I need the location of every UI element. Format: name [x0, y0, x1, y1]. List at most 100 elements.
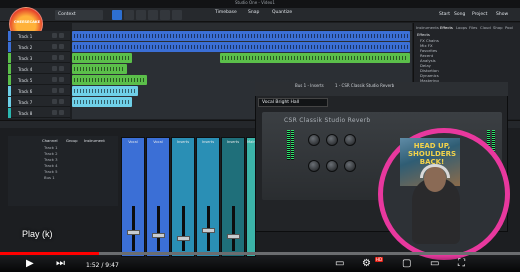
insert-bus-label: Bus 1 - Inserts	[295, 83, 324, 88]
track-name: Track 4	[18, 67, 33, 72]
strip-label: Main	[247, 140, 256, 144]
console-header-group: Group	[66, 138, 78, 143]
fader-cap[interactable]	[202, 228, 215, 233]
decay-knob[interactable]	[344, 134, 356, 146]
eraser-tool-button[interactable]	[148, 10, 158, 20]
mute-button[interactable]	[52, 110, 57, 115]
play-icon[interactable]: ▶	[26, 259, 34, 269]
window-titlebar: Studio One - Video1	[0, 0, 520, 8]
browser-tab-instruments[interactable]: Instruments	[416, 25, 439, 30]
track-header[interactable]: Track 3	[8, 53, 70, 63]
captions-icon[interactable]: ▭	[335, 259, 344, 269]
browser-tab-loops[interactable]: Loops	[456, 25, 467, 30]
settings-icon[interactable]: ⚙	[362, 259, 371, 269]
width-knob[interactable]	[344, 160, 356, 172]
mixer-channel-strip[interactable]: Inserts	[196, 137, 220, 257]
time-display: 1:52 / 9:47	[86, 262, 119, 269]
track-list: Track 1 Track 2 Track 3 Track 4 Track 5 …	[8, 31, 70, 119]
fullscreen-icon[interactable]: ⛶	[458, 259, 465, 269]
audio-clip[interactable]	[72, 97, 132, 107]
pre-delay-knob[interactable]	[326, 134, 338, 146]
mute-button[interactable]	[52, 66, 57, 71]
console-row[interactable]: Track 4	[44, 163, 58, 168]
fader-cap[interactable]	[152, 233, 165, 238]
mixer-channel-strip[interactable]: Inserts	[171, 137, 195, 257]
fader-cap[interactable]	[177, 236, 190, 241]
mixer-channel-strip[interactable]: Vocal	[146, 137, 170, 257]
arrow-tool-button[interactable]	[112, 10, 122, 20]
browser-tab-effects[interactable]: Effects	[440, 25, 453, 30]
audio-clip[interactable]	[220, 53, 410, 63]
audio-clip[interactable]	[72, 86, 138, 96]
mixer-channel-strip[interactable]: Vocal	[121, 137, 145, 257]
track-header[interactable]: Track 1	[8, 31, 70, 41]
split-tool-button[interactable]	[136, 10, 146, 20]
track-color-chip	[8, 108, 11, 118]
track-header[interactable]: Track 8	[8, 108, 70, 118]
solo-button[interactable]	[59, 88, 64, 93]
audio-clip[interactable]	[72, 53, 132, 63]
strip-label: Inserts	[201, 140, 215, 144]
menu-song[interactable]: Song	[454, 12, 465, 17]
input-meter	[287, 130, 290, 160]
mute-button[interactable]	[52, 44, 57, 49]
solo-button[interactable]	[59, 99, 64, 104]
browser-tab-shop[interactable]: Shop	[493, 25, 503, 30]
browser-item[interactable]: Effects	[417, 32, 430, 37]
solo-button[interactable]	[59, 33, 64, 38]
solo-button[interactable]	[59, 44, 64, 49]
mute-button[interactable]	[52, 99, 57, 104]
mute-tool-button[interactable]	[172, 10, 182, 20]
audio-clip[interactable]	[72, 75, 147, 85]
console-row[interactable]: Bus 1	[44, 175, 55, 180]
console-header-instrument: Instrument	[84, 138, 105, 143]
mix-knob[interactable]	[308, 134, 320, 146]
menu-start[interactable]: Start	[439, 12, 450, 17]
solo-button[interactable]	[59, 110, 64, 115]
preset-selector[interactable]: Vocal Bright Hall	[258, 98, 328, 107]
solo-button[interactable]	[59, 55, 64, 60]
paint-tool-button[interactable]	[160, 10, 170, 20]
hd-badge: HD	[375, 257, 384, 262]
console-row[interactable]: Track 1	[44, 145, 58, 150]
miniplayer-icon[interactable]: ▢	[402, 259, 411, 269]
snap-label: Snap	[248, 10, 260, 15]
mute-button[interactable]	[52, 77, 57, 82]
audio-clip[interactable]	[72, 42, 410, 52]
theater-mode-icon[interactable]: ▭	[430, 259, 439, 269]
solo-button[interactable]	[59, 77, 64, 82]
fader-cap[interactable]	[227, 234, 240, 239]
fader-cap[interactable]	[127, 230, 140, 235]
track-header[interactable]: Track 4	[8, 64, 70, 74]
range-tool-button[interactable]	[124, 10, 134, 20]
mixer-channel-strip[interactable]: Inserts	[221, 137, 245, 257]
size-knob[interactable]	[308, 160, 320, 172]
damping-knob[interactable]	[326, 160, 338, 172]
browser-tab-cloud[interactable]: Cloud	[480, 25, 491, 30]
menu-show[interactable]: Show	[496, 12, 508, 17]
input-meter	[291, 130, 294, 160]
browser-tab-files[interactable]: Files	[469, 25, 477, 30]
mute-button[interactable]	[52, 88, 57, 93]
console-row[interactable]: Track 5	[44, 169, 58, 174]
timebase-label: Timebase	[215, 10, 237, 15]
console-row[interactable]: Track 2	[44, 151, 58, 156]
track-header[interactable]: Track 6	[8, 86, 70, 96]
strip-label: Inserts	[176, 140, 190, 144]
console-row[interactable]: Track 3	[44, 157, 58, 162]
timeline-ruler[interactable]	[72, 23, 412, 30]
track-header[interactable]: Track 5	[8, 75, 70, 85]
track-header[interactable]: Track 7	[8, 97, 70, 107]
next-icon[interactable]: ⏭	[56, 259, 65, 269]
menu-project[interactable]: Project	[472, 12, 487, 17]
mute-button[interactable]	[52, 55, 57, 60]
track-header[interactable]: Track 2	[8, 42, 70, 52]
audio-clip[interactable]	[72, 31, 410, 41]
track-color-chip	[8, 75, 11, 85]
audio-clip[interactable]	[72, 64, 127, 74]
strip-label: Vocal	[153, 140, 163, 144]
mute-button[interactable]	[52, 33, 57, 38]
browser-tab-pool[interactable]: Pool	[505, 25, 513, 30]
insert-slot-label[interactable]: 1 - CSR Classik Studio Reverb	[335, 83, 394, 88]
solo-button[interactable]	[59, 66, 64, 71]
